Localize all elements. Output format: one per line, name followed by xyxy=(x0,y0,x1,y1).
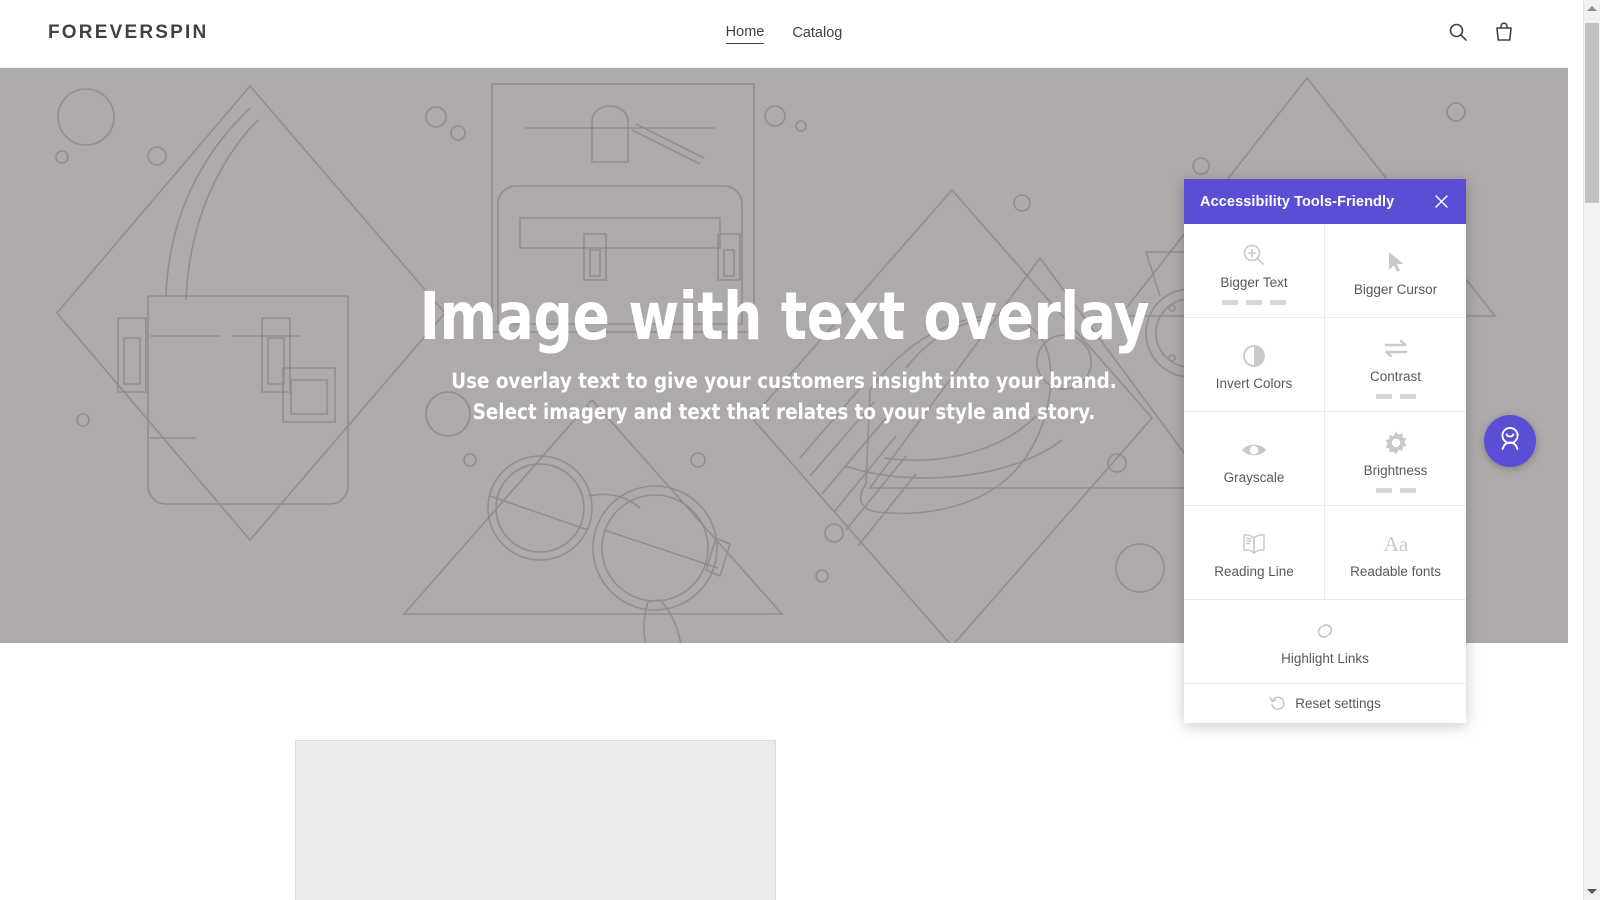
accessibility-person-icon xyxy=(1494,423,1526,460)
step-dash[interactable] xyxy=(1399,487,1416,493)
header-actions xyxy=(1446,20,1516,46)
tool-grayscale[interactable]: Grayscale xyxy=(1184,412,1325,506)
tool-label: Reading Line xyxy=(1214,564,1294,580)
tool-label: Invert Colors xyxy=(1215,376,1293,392)
tool-label: Highlight Links xyxy=(1281,651,1369,667)
tool-reading-line[interactable]: Reading Line xyxy=(1184,506,1325,600)
tool-invert-colors[interactable]: Invert Colors xyxy=(1184,318,1325,412)
scrollbar-up-button[interactable] xyxy=(1584,0,1600,17)
cart-icon[interactable] xyxy=(1492,20,1516,46)
main-navigation: Home Catalog xyxy=(0,0,1568,68)
tool-brightness[interactable]: Brightness xyxy=(1325,412,1466,506)
tool-label: Bigger Text xyxy=(1220,275,1288,291)
eye-icon xyxy=(1240,435,1268,465)
contrast-circle-icon xyxy=(1241,341,1267,371)
step-dash[interactable] xyxy=(1270,299,1286,305)
tool-bigger-text[interactable]: Bigger Text xyxy=(1184,224,1325,318)
step-dash[interactable] xyxy=(1399,393,1416,399)
tool-label: Brightness xyxy=(1363,463,1428,479)
accessibility-panel-header: Accessibility Tools-Friendly xyxy=(1184,179,1466,224)
chevron-up-icon xyxy=(1587,6,1597,11)
tool-label: Grayscale xyxy=(1223,470,1285,486)
tool-steps[interactable] xyxy=(1222,299,1286,305)
nav-item-home[interactable]: Home xyxy=(725,24,765,44)
accessibility-tools-grid: Bigger Text Bigger Cursor Invert Colors … xyxy=(1184,224,1466,600)
sun-icon xyxy=(1383,428,1409,458)
search-icon[interactable] xyxy=(1446,20,1470,46)
accessibility-launcher-button[interactable] xyxy=(1484,415,1536,467)
tool-highlight-links[interactable]: Highlight Links xyxy=(1184,600,1466,684)
step-dash[interactable] xyxy=(1375,393,1392,399)
arrows-exchange-icon xyxy=(1382,334,1410,364)
nav-item-catalog[interactable]: Catalog xyxy=(792,25,842,44)
hero-subtitle: Use overlay text to give your customers … xyxy=(451,369,1117,425)
accessibility-panel-title: Accessibility Tools-Friendly xyxy=(1200,193,1395,210)
aa-icon: Aa xyxy=(1379,529,1413,559)
tool-contrast[interactable]: Contrast xyxy=(1325,318,1466,412)
reset-settings-label: Reset settings xyxy=(1295,696,1381,711)
open-book-icon xyxy=(1240,529,1268,559)
step-dash[interactable] xyxy=(1246,299,1262,305)
tool-steps[interactable] xyxy=(1375,393,1416,399)
zoom-in-icon xyxy=(1241,240,1267,270)
close-icon[interactable] xyxy=(1430,191,1452,213)
scrollbar-down-button[interactable] xyxy=(1584,883,1600,900)
tool-label: Contrast xyxy=(1369,369,1422,385)
accessibility-panel: Accessibility Tools-Friendly Bigger Text… xyxy=(1184,179,1466,723)
tool-label: Readable fonts xyxy=(1350,564,1441,580)
chevron-down-icon xyxy=(1587,889,1597,894)
step-dash[interactable] xyxy=(1222,299,1238,305)
hero-title: Image with text overlay xyxy=(419,278,1149,356)
scrollbar-thumb[interactable] xyxy=(1585,23,1599,203)
cursor-icon xyxy=(1383,247,1409,277)
tool-bigger-cursor[interactable]: Bigger Cursor xyxy=(1325,224,1466,318)
step-dash[interactable] xyxy=(1375,487,1392,493)
tool-readable-fonts[interactable]: Aa Readable fonts xyxy=(1325,506,1466,600)
svg-text:Aa: Aa xyxy=(1383,532,1408,556)
links-icon xyxy=(1311,616,1339,646)
page-root: FOREVERSPIN Home Catalog Image with text… xyxy=(0,0,1600,900)
tool-steps[interactable] xyxy=(1375,487,1416,493)
reset-settings-button[interactable]: Reset settings xyxy=(1184,684,1466,723)
content-image-placeholder xyxy=(295,740,776,900)
tool-label: Bigger Cursor xyxy=(1353,282,1438,298)
site-header: FOREVERSPIN Home Catalog xyxy=(0,0,1568,68)
undo-icon xyxy=(1269,695,1286,712)
page-scrollbar[interactable] xyxy=(1583,0,1600,900)
